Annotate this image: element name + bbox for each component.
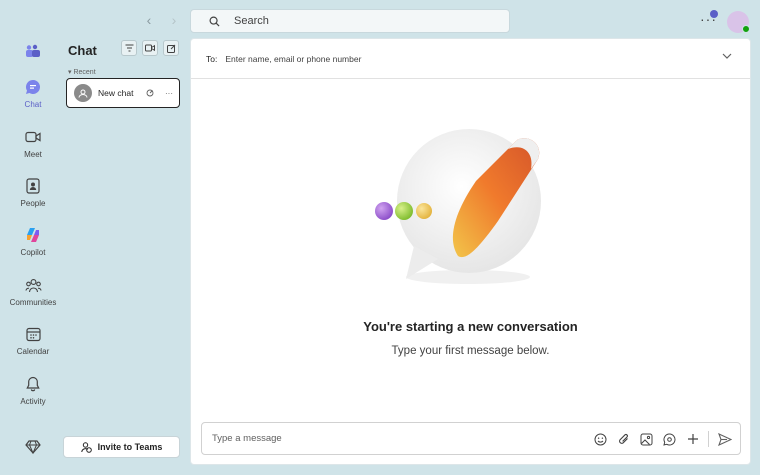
video-camera-icon bbox=[24, 128, 42, 146]
rail-label-activity: Activity bbox=[20, 397, 46, 406]
filter-icon bbox=[125, 44, 133, 52]
rail-label-copilot: Copilot bbox=[20, 248, 46, 257]
emoji-icon[interactable] bbox=[593, 432, 608, 447]
caret-down-icon: ▾ bbox=[68, 69, 72, 76]
invite-to-teams-button[interactable]: Invite to Teams bbox=[63, 436, 180, 458]
compose-icon bbox=[166, 44, 175, 53]
plus-icon[interactable] bbox=[685, 432, 700, 447]
search-input[interactable]: Search bbox=[190, 9, 510, 33]
filter-button[interactable] bbox=[121, 40, 137, 56]
search-placeholder: Search bbox=[234, 15, 269, 27]
conversation-panel: To: Enter name, email or phone number Yo… bbox=[190, 38, 751, 465]
notification-badge bbox=[710, 10, 718, 18]
rail-label-calendar: Calendar bbox=[16, 347, 50, 356]
to-label: To: bbox=[206, 53, 218, 64]
loop-component-icon[interactable] bbox=[662, 432, 677, 447]
search-icon bbox=[209, 16, 220, 27]
page-title: Chat bbox=[68, 43, 97, 58]
meet-now-button[interactable] bbox=[142, 40, 158, 56]
new-chat-button[interactable] bbox=[163, 40, 179, 56]
back-arrow-icon[interactable]: ‹ bbox=[140, 11, 158, 29]
chevron-down-icon[interactable] bbox=[722, 53, 732, 59]
chat-icon bbox=[24, 78, 42, 96]
video-camera-icon bbox=[145, 44, 155, 52]
image-icon[interactable] bbox=[639, 432, 654, 447]
empty-state-subheading: Type your first message below. bbox=[391, 345, 550, 357]
teams-icon bbox=[24, 42, 42, 60]
teams-logo[interactable] bbox=[0, 42, 66, 60]
rail-item-communities[interactable]: Communities bbox=[0, 276, 66, 307]
rail-label-communities: Communities bbox=[9, 298, 57, 307]
rail-item-people[interactable]: People bbox=[0, 177, 66, 208]
attach-icon[interactable] bbox=[616, 432, 631, 447]
calendar-icon bbox=[24, 325, 42, 343]
rail-label-meet: Meet bbox=[24, 150, 42, 159]
rail-label-people: People bbox=[20, 199, 46, 208]
rail-item-meet[interactable]: Meet bbox=[0, 128, 66, 159]
toolbar-divider bbox=[708, 431, 709, 447]
rail-item-chat[interactable]: Chat bbox=[0, 78, 66, 109]
communities-icon bbox=[24, 276, 42, 294]
message-placeholder: Type a message bbox=[212, 433, 282, 444]
list-item[interactable]: New chat ··· bbox=[66, 78, 180, 108]
rail-item-calendar[interactable]: Calendar bbox=[0, 325, 66, 356]
forward-arrow-icon[interactable]: › bbox=[165, 11, 183, 29]
recipient-field[interactable]: To: Enter name, email or phone number bbox=[191, 39, 750, 79]
diamond-icon bbox=[24, 438, 42, 456]
add-person-icon bbox=[80, 441, 92, 453]
section-label: Recent bbox=[73, 69, 96, 76]
recipient-input[interactable]: Enter name, email or phone number bbox=[225, 54, 361, 64]
more-options-icon[interactable]: ··· bbox=[165, 89, 173, 98]
new-conversation-illustration bbox=[375, 129, 541, 284]
bell-icon bbox=[24, 375, 42, 393]
message-input[interactable]: Type a message bbox=[201, 422, 741, 455]
copilot-icon bbox=[24, 226, 42, 244]
list-item-label: New chat bbox=[98, 88, 134, 98]
presence-indicator bbox=[742, 25, 750, 33]
empty-state-heading: You're starting a new conversation bbox=[363, 319, 578, 334]
send-icon[interactable] bbox=[717, 432, 732, 447]
rail-label-chat: Chat bbox=[24, 100, 42, 109]
pop-out-icon[interactable] bbox=[146, 89, 154, 97]
group-avatar-icon bbox=[74, 84, 92, 102]
rail-item-copilot[interactable]: Copilot bbox=[0, 226, 66, 257]
invite-label: Invite to Teams bbox=[97, 442, 163, 452]
rail-item-activity[interactable]: Activity bbox=[0, 375, 66, 406]
people-icon bbox=[24, 177, 42, 195]
section-header-recent[interactable]: ▾ Recent bbox=[68, 68, 96, 76]
rail-item-premium[interactable] bbox=[0, 438, 66, 456]
